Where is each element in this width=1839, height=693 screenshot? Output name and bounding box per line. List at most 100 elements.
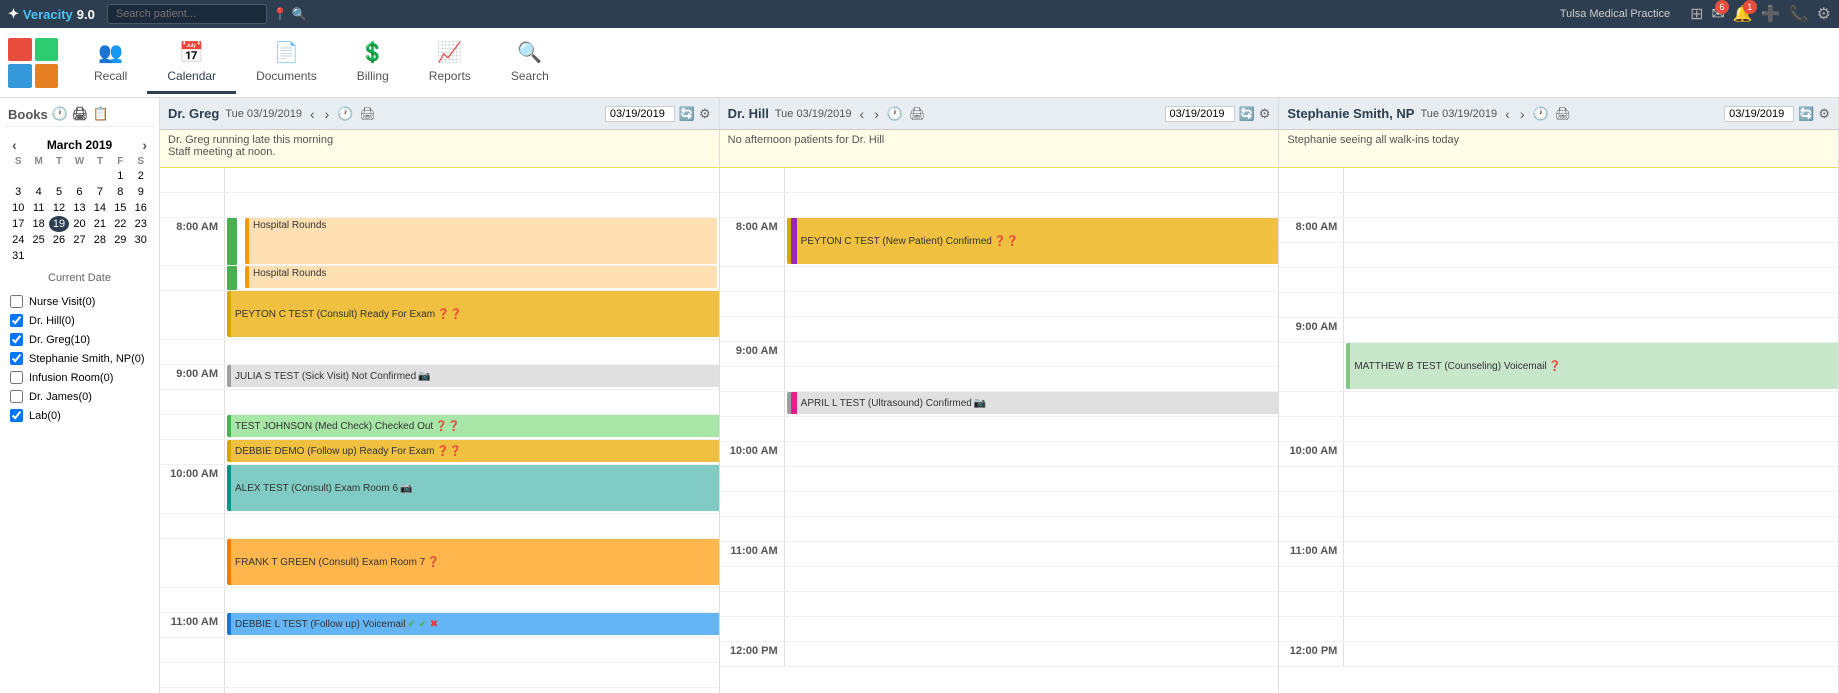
filter-dr_greg[interactable]: Dr. Greg(10) [8,330,151,349]
clock-icon-dr_hill[interactable]: 🕐 [887,106,903,122]
cal-refresh-icon-stephanie[interactable]: 🔄 [1798,106,1814,122]
appointment-area[interactable] [225,193,719,217]
cal-day-cell[interactable]: 1 [110,168,130,184]
search-input[interactable] [107,4,267,24]
appointment[interactable]: ALEX TEST (Consult) Exam Room 6 📷 [227,465,719,511]
appointment[interactable]: PEYTON C TEST (New Patient) Confirmed ❓❓ [787,218,1279,264]
current-date-label[interactable]: Current Date [4,268,155,288]
appointment-area[interactable] [1344,542,1838,566]
cal-day-cell[interactable]: 24 [8,232,28,248]
nav-search[interactable]: 🔍 Search [491,32,569,94]
cal-right-arrow-dr_greg[interactable]: › [323,106,332,122]
filter-dr_hill[interactable]: Dr. Hill(0) [8,311,151,330]
appointment-area[interactable] [785,642,1279,666]
filter-checkbox-nurse_visit[interactable] [10,295,23,308]
print-icon-dr_hill[interactable]: 🖨 [909,106,926,122]
cal-settings-icon-dr_greg[interactable]: ⚙ [699,106,711,122]
appointment-area[interactable] [1344,243,1838,267]
appointment-area[interactable] [225,588,719,612]
print-icon-stephanie[interactable]: 🖨 [1555,106,1572,122]
print-icon[interactable]: 🖨 [72,106,89,122]
appointment-area[interactable] [225,514,719,538]
appointment-area[interactable] [1344,218,1838,242]
date-input-dr_hill[interactable] [1165,106,1235,122]
cal-left-arrow-stephanie[interactable]: ‹ [1503,106,1512,122]
appointment-area[interactable] [785,267,1279,291]
cal-day-cell[interactable]: 26 [49,232,69,248]
filter-checkbox-stephanie[interactable] [10,352,23,365]
cal-refresh-icon-dr_greg[interactable]: 🔄 [679,106,695,122]
appointment-area[interactable] [225,390,719,414]
appointment[interactable]: DEBBIE DEMO (Follow up) Ready For Exam ❓… [227,440,719,462]
cal-day-cell[interactable]: 13 [69,200,89,216]
cal-day-cell[interactable]: 5 [49,184,69,200]
search-location-icon[interactable]: 📍 [273,7,288,21]
nav-billing[interactable]: 💲 Billing [337,32,409,94]
clock-icon[interactable]: 🕐 [52,106,68,122]
appointment-area[interactable] [1344,467,1838,491]
filter-checkbox-infusion[interactable] [10,371,23,384]
cal-left-arrow-dr_hill[interactable]: ‹ [858,106,867,122]
filter-nurse_visit[interactable]: Nurse Visit(0) [8,292,151,311]
appointment-area[interactable] [785,417,1279,441]
appointment-area[interactable]: PEYTON C TEST (Consult) Ready For Exam ❓… [225,291,719,339]
cal-day-cell[interactable]: 15 [110,200,130,216]
messages-icon-wrapper[interactable]: ✉ 6 [1711,4,1724,24]
appointment-area[interactable] [785,367,1279,391]
cal-day-cell[interactable]: 10 [8,200,28,216]
appointment-area[interactable]: ALEX TEST (Consult) Exam Room 6 📷 [225,465,719,513]
appointment[interactable]: JULIA S TEST (Sick Visit) Not Confirmed … [227,365,719,387]
filter-stephanie[interactable]: Stephanie Smith, NP(0) [8,349,151,368]
appointment-area[interactable] [785,442,1279,466]
filter-checkbox-dr_greg[interactable] [10,333,23,346]
filter-lab[interactable]: Lab(0) [8,406,151,425]
appointment-area[interactable]: PEYTON C TEST (New Patient) Confirmed ❓❓ [785,218,1279,266]
appointment-area[interactable] [225,663,719,687]
cal-day-cell[interactable]: 14 [90,200,110,216]
cal-day-cell[interactable]: 23 [131,216,151,232]
appointment[interactable]: DEBBIE L TEST (Follow up) Voicemail ✔ ✔ … [227,613,719,635]
appointment-area[interactable]: APRIL L TEST (Ultrasound) Confirmed 📷 [785,392,1279,416]
hospital-rounds-appt[interactable]: Hospital Rounds [245,266,717,288]
cal-day-cell[interactable]: 28 [90,232,110,248]
cal-day-cell[interactable]: 6 [69,184,89,200]
search-icon-top[interactable]: 🔍 [292,7,307,21]
appointment-area[interactable] [1344,193,1838,217]
cal-day-cell[interactable]: 22 [110,216,130,232]
appointment-area[interactable]: Hospital Rounds [225,218,719,265]
cal-settings-icon-dr_hill[interactable]: ⚙ [1259,106,1271,122]
cal-day-cell[interactable]: 21 [90,216,110,232]
appointment-area[interactable] [1344,492,1838,516]
appointment-area[interactable] [785,492,1279,516]
appointment-area[interactable] [1344,592,1838,616]
cal-day-cell[interactable]: 20 [69,216,89,232]
appointment-area[interactable] [225,168,719,192]
cal-day-cell[interactable]: 7 [90,184,110,200]
appointment-area[interactable]: MATTHEW B TEST (Counseling) Voicemail ❓ [1344,343,1838,391]
cal-refresh-icon-dr_hill[interactable]: 🔄 [1239,106,1255,122]
grid-icon[interactable]: ⊞ [1690,4,1703,24]
cal-left-arrow-dr_greg[interactable]: ‹ [308,106,317,122]
appointment-area[interactable] [785,292,1279,316]
appointment-area[interactable] [1344,417,1838,441]
cal-day-cell[interactable]: 30 [131,232,151,248]
appointment-area[interactable] [1344,442,1838,466]
appointment[interactable]: TEST JOHNSON (Med Check) Checked Out ❓❓ [227,415,719,437]
appointment[interactable]: APRIL L TEST (Ultrasound) Confirmed 📷 [787,392,1279,414]
cal-prev-arrow[interactable]: ‹ [12,137,17,153]
filter-dr_james[interactable]: Dr. James(0) [8,387,151,406]
cal-day-cell[interactable]: 8 [110,184,130,200]
cal-right-arrow-dr_hill[interactable]: › [872,106,881,122]
appointment-area[interactable] [785,517,1279,541]
appointment-area[interactable] [1344,567,1838,591]
appointment-area[interactable] [785,567,1279,591]
print-icon-dr_greg[interactable]: 🖨 [359,106,376,122]
cal-day-cell[interactable]: 16 [131,200,151,216]
cal-day-cell[interactable]: 25 [28,232,48,248]
notifications-icon-wrapper[interactable]: 🔔 1 [1733,4,1753,24]
appointment-area[interactable]: JULIA S TEST (Sick Visit) Not Confirmed … [225,365,719,389]
cal-right-arrow-stephanie[interactable]: › [1518,106,1527,122]
appointment-area[interactable]: Hospital Rounds [225,266,719,290]
clock-icon-dr_greg[interactable]: 🕐 [337,106,353,122]
appointment[interactable]: MATTHEW B TEST (Counseling) Voicemail ❓ [1346,343,1838,389]
